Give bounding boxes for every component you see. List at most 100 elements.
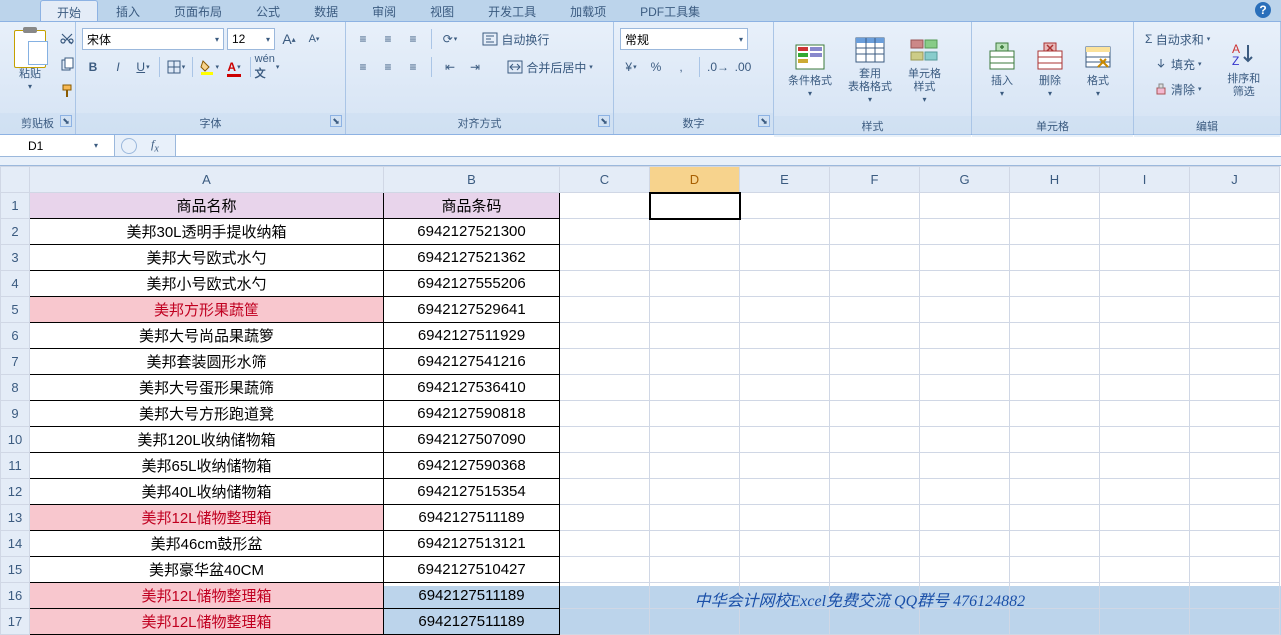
row-header-5[interactable]: 5 [1,297,30,323]
merge-center-button[interactable]: 合并后居中 ▾ [500,56,600,78]
select-all-corner[interactable] [1,167,30,193]
cell-C5[interactable] [560,297,650,323]
cell-A2[interactable]: 美邦30L透明手提收纳箱 [30,219,384,245]
col-header-E[interactable]: E [740,167,830,193]
cell-E9[interactable] [740,401,830,427]
cell-F12[interactable] [830,479,920,505]
shrink-font-button[interactable]: A▾ [303,28,325,50]
cell-I4[interactable] [1100,271,1190,297]
cell-H5[interactable] [1010,297,1100,323]
font-name-combo[interactable]: 宋体▾ [82,28,224,50]
cell-E16[interactable] [740,583,830,609]
tab-data[interactable]: 数据 [298,0,354,21]
name-box-dropdown-icon[interactable]: ▾ [90,141,102,150]
align-middle-button[interactable]: ≡ [377,28,399,50]
format-painter-button[interactable] [56,80,78,102]
cell-F2[interactable] [830,219,920,245]
cell-D14[interactable] [650,531,740,557]
cell-J3[interactable] [1190,245,1280,271]
cell-D16[interactable]: 中华会计网校Excel免费交流 QQ群号 476124882 [650,583,740,609]
tab-formula[interactable]: 公式 [240,0,296,21]
cell-D9[interactable] [650,401,740,427]
cell-A13[interactable]: 美邦12L储物整理箱 [30,505,384,531]
cell-C9[interactable] [560,401,650,427]
cell-B10[interactable]: 6942127507090 [384,427,560,453]
cell-H14[interactable] [1010,531,1100,557]
cell-F16[interactable] [830,583,920,609]
row-header-12[interactable]: 12 [1,479,30,505]
col-header-I[interactable]: I [1100,167,1190,193]
cut-button[interactable] [56,28,78,50]
cell-D5[interactable] [650,297,740,323]
cell-A10[interactable]: 美邦120L收纳储物箱 [30,427,384,453]
cell-G13[interactable] [920,505,1010,531]
cell-B15[interactable]: 6942127510427 [384,557,560,583]
cell-A6[interactable]: 美邦大号尚品果蔬箩 [30,323,384,349]
cell-C14[interactable] [560,531,650,557]
cell-H7[interactable] [1010,349,1100,375]
cell-D10[interactable] [650,427,740,453]
cell-J8[interactable] [1190,375,1280,401]
cell-C6[interactable] [560,323,650,349]
row-header-13[interactable]: 13 [1,505,30,531]
fill-color-button[interactable]: ▾ [198,56,220,78]
cell-J6[interactable] [1190,323,1280,349]
tab-addons[interactable]: 加载项 [554,0,622,21]
row-header-17[interactable]: 17 [1,609,30,635]
cell-styles-button[interactable]: 单元格 样式▾ [900,26,949,112]
col-header-B[interactable]: B [384,167,560,193]
cell-I13[interactable] [1100,505,1190,531]
cell-E10[interactable] [740,427,830,453]
cell-B14[interactable]: 6942127513121 [384,531,560,557]
cell-E12[interactable] [740,479,830,505]
cell-G8[interactable] [920,375,1010,401]
cell-A12[interactable]: 美邦40L收纳储物箱 [30,479,384,505]
col-header-F[interactable]: F [830,167,920,193]
tab-view[interactable]: 视图 [414,0,470,21]
cell-I3[interactable] [1100,245,1190,271]
percent-button[interactable]: % [645,56,667,78]
cell-E17[interactable] [740,609,830,635]
currency-button[interactable]: ¥▾ [620,56,642,78]
cell-D11[interactable] [650,453,740,479]
tab-layout[interactable]: 页面布局 [158,0,238,21]
cell-I11[interactable] [1100,453,1190,479]
cell-J13[interactable] [1190,505,1280,531]
cell-E7[interactable] [740,349,830,375]
formula-input[interactable] [176,135,1281,156]
col-header-H[interactable]: H [1010,167,1100,193]
cell-A8[interactable]: 美邦大号蛋形果蔬筛 [30,375,384,401]
cell-J15[interactable] [1190,557,1280,583]
tab-dev[interactable]: 开发工具 [472,0,552,21]
cell-C4[interactable] [560,271,650,297]
cell-G4[interactable] [920,271,1010,297]
cell-J11[interactable] [1190,453,1280,479]
bold-button[interactable]: B [82,56,104,78]
cell-G3[interactable] [920,245,1010,271]
cell-I15[interactable] [1100,557,1190,583]
row-header-4[interactable]: 4 [1,271,30,297]
cell-E3[interactable] [740,245,830,271]
help-icon[interactable]: ? [1255,2,1271,18]
cell-C17[interactable] [560,609,650,635]
cell-F11[interactable] [830,453,920,479]
align-top-button[interactable]: ≡ [352,28,374,50]
underline-button[interactable]: U▾ [132,56,154,78]
cell-E4[interactable] [740,271,830,297]
cell-B16[interactable]: 6942127511189 [384,583,560,609]
clipboard-launcher[interactable]: ⬊ [60,115,72,127]
dec-indent-button[interactable]: ⇤ [439,56,461,78]
cell-D2[interactable] [650,219,740,245]
wrap-text-button[interactable]: 自动换行 [475,28,556,50]
cell-D17[interactable] [650,609,740,635]
cell-C13[interactable] [560,505,650,531]
cell-B6[interactable]: 6942127511929 [384,323,560,349]
cell-H2[interactable] [1010,219,1100,245]
cell-I2[interactable] [1100,219,1190,245]
cell-G7[interactable] [920,349,1010,375]
cell-A17[interactable]: 美邦12L储物整理箱 [30,609,384,635]
fx-icon[interactable]: fx [141,137,169,154]
number-format-combo[interactable]: 常规▾ [620,28,748,50]
cell-F9[interactable] [830,401,920,427]
cell-A1[interactable]: 商品名称 [30,193,384,219]
